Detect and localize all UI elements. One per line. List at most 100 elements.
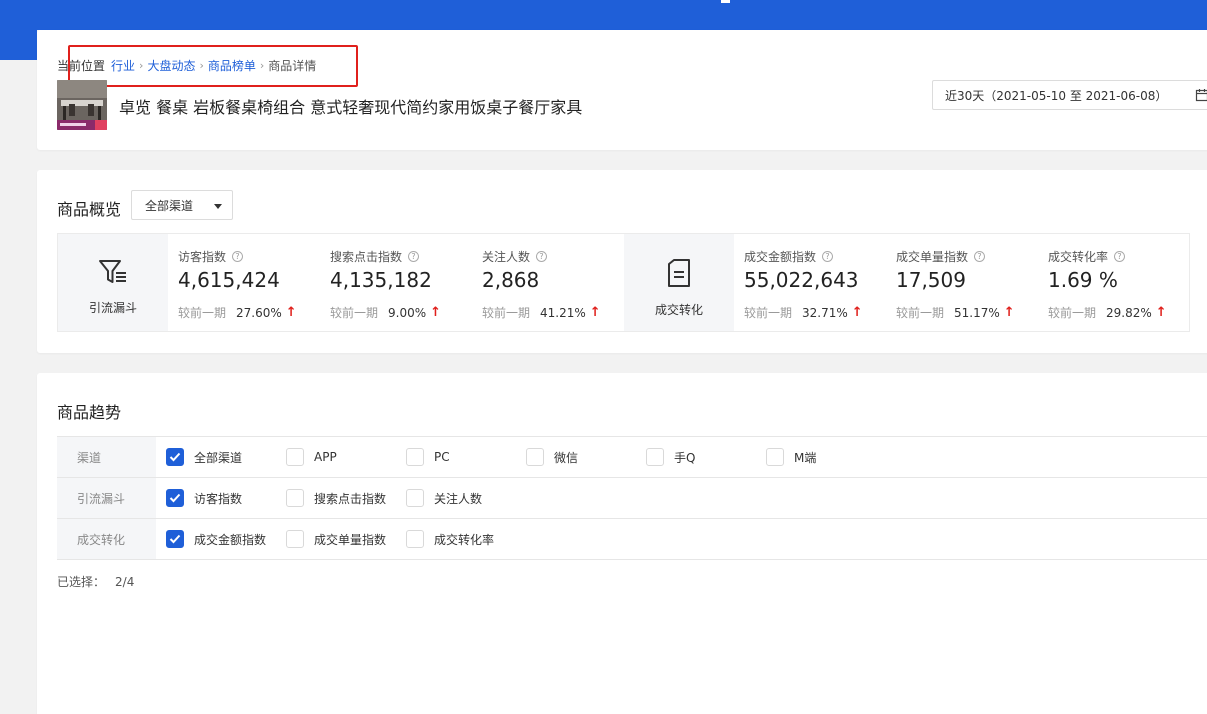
metric-value: 2,868 <box>482 268 540 292</box>
help-icon[interactable]: ? <box>536 251 548 262</box>
date-range-picker[interactable]: 近30天（2021-05-10 至 2021-06-08） <box>932 80 1207 110</box>
metric-value: 17,509 <box>896 268 966 292</box>
compare-label: 较前一期 <box>178 306 227 320</box>
option-label: 成交转化率 <box>434 532 495 547</box>
top-nav-bar <box>0 0 1207 30</box>
compare-label: 较前一期 <box>744 306 793 320</box>
option-label: 手Q <box>674 450 696 465</box>
metric-order-index: 成交单量指数? 17,509 较前一期 51.17% ↑ <box>896 234 1046 331</box>
selected-count: 2/4 <box>115 575 135 589</box>
metric-label: 成交单量指数 <box>896 250 969 264</box>
metric-label: 关注人数 <box>482 250 531 264</box>
date-range-text: 近30天（2021-05-10 至 2021-06-08） <box>945 88 1168 103</box>
product-overview-card: 商品概览 全部渠道 引流漏斗 访客指数? 4,615,424 较前一期 27.60… <box>37 170 1207 353</box>
checkbox[interactable] <box>766 448 784 466</box>
compare-label: 较前一期 <box>482 306 531 320</box>
channel-select[interactable]: 全部渠道 <box>131 190 233 220</box>
metric-followers: 关注人数? 2,868 较前一期 41.21% ↑ <box>482 234 632 331</box>
option-conversion-rate[interactable]: 成交转化率 <box>406 530 494 548</box>
arrow-up-icon: ↑ <box>1003 305 1015 320</box>
option-search-click-index[interactable]: 搜索点击指数 <box>286 489 386 507</box>
filter-row-label: 引流漏斗 <box>57 478 156 518</box>
option-gmv-index[interactable]: 成交金额指数 <box>166 530 266 548</box>
metrics-panel: 引流漏斗 访客指数? 4,615,424 较前一期 27.60% ↑ 搜索点击指数?… <box>57 233 1190 332</box>
help-icon[interactable]: ? <box>232 251 244 262</box>
metric-value: 1.69 % <box>1048 268 1118 292</box>
filter-row-label: 渠道 <box>57 437 156 477</box>
compare-label: 较前一期 <box>896 306 945 320</box>
compare-value: 29.82% <box>1106 305 1152 320</box>
metric-search-click-index: 搜索点击指数? 4,135,182 较前一期 9.00% ↑ <box>330 234 480 331</box>
product-trend-card: 商品趋势 渠道 全部渠道 APP PC 微信 手Q M端 引流漏斗 访客指数 搜… <box>37 373 1207 714</box>
metric-value: 4,615,424 <box>178 268 280 292</box>
calendar-icon <box>1195 88 1207 105</box>
checkbox-checked[interactable] <box>166 530 184 548</box>
option-label: APP <box>314 450 337 464</box>
metric-label: 成交转化率 <box>1048 250 1109 264</box>
top-nav-bar-extension <box>0 30 37 60</box>
compare-label: 较前一期 <box>330 306 379 320</box>
selected-label: 已选择： <box>57 575 106 589</box>
option-mobile-qq[interactable]: 手Q <box>646 448 695 466</box>
metric-value: 55,022,643 <box>744 268 859 292</box>
checkbox[interactable] <box>286 448 304 466</box>
checkbox[interactable] <box>286 530 304 548</box>
option-wechat[interactable]: 微信 <box>526 448 578 466</box>
option-pc[interactable]: PC <box>406 448 450 466</box>
product-thumbnail[interactable] <box>57 80 107 130</box>
filter-row-channel: 渠道 全部渠道 APP PC 微信 手Q M端 <box>57 437 1207 478</box>
checkbox-checked[interactable] <box>166 448 184 466</box>
compare-label: 较前一期 <box>1048 306 1097 320</box>
compare-value: 41.21% <box>540 305 586 320</box>
metric-label: 成交金额指数 <box>744 250 817 264</box>
filter-row-conversion: 成交转化 成交金额指数 成交单量指数 成交转化率 <box>57 519 1207 560</box>
help-icon[interactable]: ? <box>974 251 986 262</box>
metric-label: 搜索点击指数 <box>330 250 403 264</box>
trend-title: 商品趋势 <box>57 403 122 422</box>
option-label: M端 <box>794 450 817 465</box>
option-label: 访客指数 <box>194 491 243 506</box>
funnel-icon <box>98 258 128 290</box>
option-label: PC <box>434 450 450 464</box>
checkbox[interactable] <box>286 489 304 507</box>
option-label: 微信 <box>554 450 579 465</box>
checkbox-checked[interactable] <box>166 489 184 507</box>
product-header-card: 当前位置 行业 › 大盘动态 › 商品榜单 › 商品详情 卓览 餐桌 岩板餐桌椅… <box>37 30 1207 150</box>
product-title: 卓览 餐桌 岩板餐桌椅组合 意式轻奢现代简约家用饭桌子餐厅家具 <box>119 98 583 117</box>
checkbox[interactable] <box>526 448 544 466</box>
group-label: 成交转化 <box>654 303 703 317</box>
option-visitor-index[interactable]: 访客指数 <box>166 489 242 507</box>
help-icon[interactable]: ? <box>1114 251 1126 262</box>
help-icon[interactable]: ? <box>408 251 420 262</box>
metric-conversion-rate: 成交转化率? 1.69 % 较前一期 29.82% ↑ <box>1048 234 1198 331</box>
option-label: 成交单量指数 <box>314 532 387 547</box>
checkbox[interactable] <box>406 448 424 466</box>
help-icon[interactable]: ? <box>822 251 834 262</box>
traffic-funnel-group: 引流漏斗 <box>58 234 168 331</box>
option-label: 成交金额指数 <box>194 532 267 547</box>
option-m-site[interactable]: M端 <box>766 448 816 466</box>
filter-row-label: 成交转化 <box>57 519 156 559</box>
conversion-group: 成交转化 <box>624 234 734 331</box>
nav-indicator <box>721 0 730 3</box>
metric-value: 4,135,182 <box>330 268 432 292</box>
trend-filter-table: 渠道 全部渠道 APP PC 微信 手Q M端 引流漏斗 访客指数 搜索点击指数… <box>57 436 1207 560</box>
option-all-channels[interactable]: 全部渠道 <box>166 448 242 466</box>
option-app[interactable]: APP <box>286 448 337 466</box>
option-label: 关注人数 <box>434 491 483 506</box>
arrow-up-icon: ↑ <box>430 305 442 320</box>
option-order-index[interactable]: 成交单量指数 <box>286 530 386 548</box>
channel-select-value: 全部渠道 <box>145 198 194 213</box>
overview-title: 商品概览 <box>57 200 122 219</box>
checkbox[interactable] <box>646 448 664 466</box>
checkbox[interactable] <box>406 530 424 548</box>
checkbox[interactable] <box>406 489 424 507</box>
filter-row-traffic-funnel: 引流漏斗 访客指数 搜索点击指数 关注人数 <box>57 478 1207 519</box>
option-followers[interactable]: 关注人数 <box>406 489 482 507</box>
metric-label: 访客指数 <box>178 250 227 264</box>
arrow-up-icon: ↑ <box>851 305 863 320</box>
compare-value: 32.71% <box>802 305 848 320</box>
metric-gmv-index: 成交金额指数? 55,022,643 较前一期 32.71% ↑ <box>744 234 894 331</box>
compare-value: 27.60% <box>236 305 282 320</box>
group-label: 引流漏斗 <box>88 301 137 315</box>
